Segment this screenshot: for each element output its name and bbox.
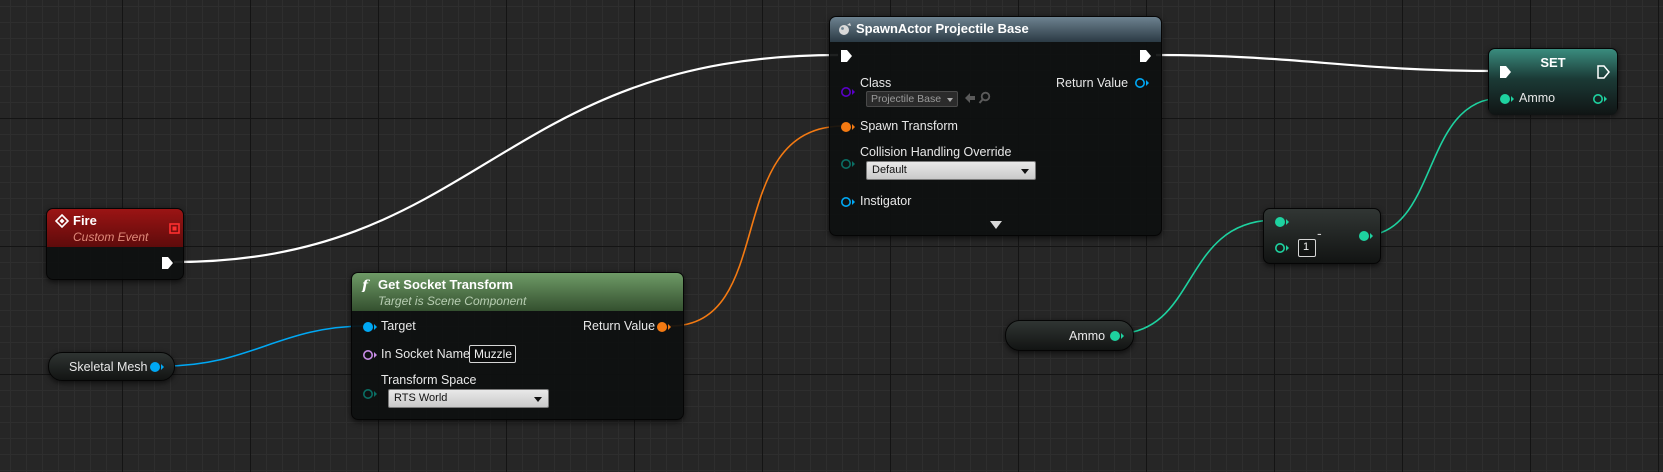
exec-wire-fire-to-spawn[interactable] [173, 53, 839, 264]
use-selected-arrow-icon[interactable] [963, 91, 977, 105]
chevron-down-icon [534, 397, 542, 402]
transform-space-value: RTS World [394, 392, 448, 404]
transform-space-dropdown[interactable]: RTS World [388, 389, 549, 408]
function-icon: f [361, 278, 371, 292]
spawn-exec-out-pin[interactable] [1139, 49, 1152, 63]
spawn-node-header: SpawnActor Projectile Base [830, 17, 1161, 42]
delegate-pin-icon[interactable] [169, 223, 180, 234]
target-in-pin[interactable] [362, 321, 378, 333]
skeletal-mesh-out-pin[interactable] [149, 361, 165, 373]
socket-name-input[interactable]: Muzzle [469, 345, 516, 363]
int-wire-subtract-to-set[interactable] [1361, 97, 1503, 237]
transform-wire-socket-to-spawn[interactable] [669, 125, 845, 327]
exec-wire-spawn-to-set[interactable] [1155, 53, 1499, 73]
chevron-down-icon [1021, 169, 1029, 174]
instigator-label: Instigator [860, 194, 912, 208]
socket-name-label: In Socket Name [381, 347, 470, 361]
fire-event-node[interactable]: Fire Custom Event [46, 208, 184, 280]
class-picker-dropdown[interactable]: Projectile Base [866, 91, 958, 107]
socket-return-label: Return Value [583, 319, 656, 333]
collision-label: Collision Handling Override [860, 145, 1012, 159]
int-wire-ammo-to-subtract[interactable] [1114, 219, 1277, 335]
get-socket-transform-node[interactable]: f Get Socket Transform Target is Scene C… [351, 272, 684, 420]
collision-value: Default [872, 164, 907, 176]
subtract-b-in-pin[interactable] [1274, 242, 1290, 254]
class-picker-value: Projectile Base [871, 93, 942, 105]
set-node-header: SET [1489, 49, 1617, 115]
target-label: Target [381, 319, 416, 333]
skeletal-mesh-label: Skeletal Mesh [69, 360, 148, 374]
spawn-node-title: SpawnActor Projectile Base [856, 21, 1029, 36]
spawn-actor-icon [839, 23, 851, 35]
class-in-pin[interactable] [840, 86, 856, 98]
spawn-return-out-pin[interactable] [1134, 77, 1150, 89]
set-exec-out-pin[interactable] [1597, 65, 1610, 79]
fire-node-header: Fire Custom Event [47, 209, 183, 247]
collision-dropdown[interactable]: Default [866, 161, 1036, 180]
expand-arrow-icon[interactable] [990, 221, 1002, 229]
subtract-operator-label: - [1317, 225, 1322, 241]
subtract-a-in-pin[interactable] [1274, 216, 1290, 228]
ammo-out-pin[interactable] [1109, 330, 1125, 342]
set-node-title: SET [1540, 55, 1566, 70]
fire-node-title: Fire [73, 213, 97, 228]
instigator-in-pin[interactable] [840, 196, 856, 208]
browse-magnifier-icon[interactable] [978, 91, 992, 105]
fire-exec-out-pin[interactable] [161, 256, 174, 270]
spawn-exec-in-pin[interactable] [840, 49, 853, 63]
ammo-variable-label: Ammo [1069, 329, 1106, 343]
object-wire-mesh-to-target[interactable] [164, 325, 367, 367]
class-label: Class [860, 76, 892, 90]
ammo-variable-node[interactable]: Ammo [1005, 320, 1134, 351]
socket-name-in-pin[interactable] [362, 349, 378, 361]
socket-node-header: f Get Socket Transform Target is Scene C… [352, 273, 683, 311]
transform-space-in-pin[interactable] [362, 388, 378, 400]
subtract-node[interactable]: 1 - [1263, 208, 1381, 264]
skeletal-mesh-variable-node[interactable]: Skeletal Mesh [48, 352, 175, 381]
set-ammo-out-pin[interactable] [1592, 93, 1608, 105]
socket-return-out-pin[interactable] [656, 321, 672, 333]
set-ammo-in-pin[interactable] [1499, 93, 1515, 105]
event-diamond-icon [55, 214, 69, 228]
svg-text:f: f [361, 278, 371, 292]
subtract-b-input[interactable]: 1 [1298, 239, 1316, 257]
set-ammo-label: Ammo [1519, 91, 1556, 105]
collision-in-pin[interactable] [840, 158, 856, 170]
set-exec-in-pin[interactable] [1499, 65, 1512, 79]
spawn-return-label: Return Value [1056, 76, 1129, 90]
transform-space-label: Transform Space [381, 373, 477, 387]
blueprint-graph[interactable]: Fire Custom Event Skeletal Mesh f Get So… [0, 0, 1663, 472]
spawn-transform-in-pin[interactable] [840, 121, 856, 133]
set-ammo-node[interactable]: SET Ammo [1488, 48, 1618, 115]
socket-node-title: Get Socket Transform [378, 277, 514, 292]
subtract-out-pin[interactable] [1358, 230, 1374, 242]
spawn-transform-label: Spawn Transform [860, 119, 958, 133]
fire-node-subtitle: Custom Event [73, 230, 149, 244]
spawn-actor-node[interactable]: SpawnActor Projectile Base Class Project… [829, 16, 1162, 236]
chevron-down-icon [947, 98, 953, 102]
socket-node-subtitle: Target is Scene Component [378, 294, 527, 308]
